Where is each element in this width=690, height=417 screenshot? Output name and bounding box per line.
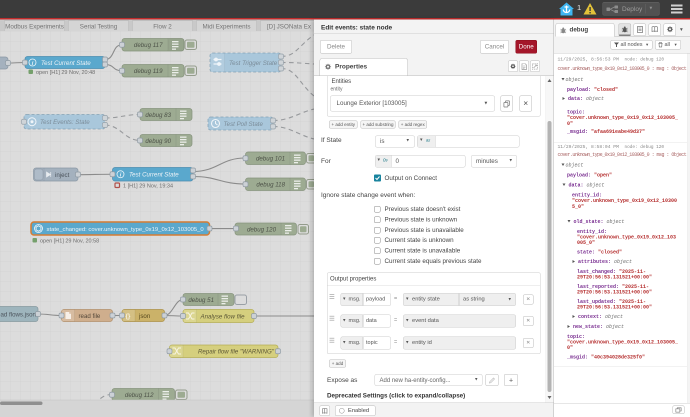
svg-text:state_changed: cover.unknown_t: state_changed: cover.unknown_type_0x19_0… (47, 227, 205, 233)
svg-text:1 [H1] 29 Nov, 19:34: 1 [H1] 29 Nov, 19:34 (123, 184, 173, 190)
svg-text:json: json (138, 313, 151, 320)
svg-text:inject: inject (55, 172, 70, 179)
svg-text:read file: read file (79, 313, 101, 320)
svg-text:read flows.json: read flows.json (0, 311, 37, 318)
svg-text:Test Events: State: Test Events: State (40, 119, 90, 126)
svg-text:open [H1] 29 Nov, 20:48: open [H1] 29 Nov, 20:48 (36, 70, 95, 76)
svg-text:debug 118: debug 118 (256, 182, 285, 189)
svg-text:debug 112: debug 112 (125, 392, 154, 399)
svg-text:Test Poll State: Test Poll State (224, 121, 264, 128)
svg-text:debug 90: debug 90 (145, 138, 171, 145)
svg-text:debug 51: debug 51 (188, 297, 214, 304)
svg-text:debug 83: debug 83 (145, 112, 171, 119)
svg-text:Test Trigger State: Test Trigger State (229, 60, 278, 67)
svg-text:open [H1] 29 Nov, 20:58: open [H1] 29 Nov, 20:58 (40, 239, 99, 245)
svg-text:debug 120: debug 120 (247, 226, 277, 233)
svg-text:Analyse flow file: Analyse flow file (200, 313, 246, 320)
svg-text:Repair flow file "WARNING": Repair flow file "WARNING" (198, 349, 275, 356)
svg-text:debug 119: debug 119 (134, 68, 163, 75)
svg-text:Test Current State: Test Current State (129, 172, 179, 179)
svg-text:{}: {} (126, 313, 131, 320)
svg-text:debug 101: debug 101 (256, 156, 285, 163)
svg-text:Test Current State: Test Current State (41, 60, 91, 67)
svg-text:debug 117: debug 117 (134, 42, 163, 49)
